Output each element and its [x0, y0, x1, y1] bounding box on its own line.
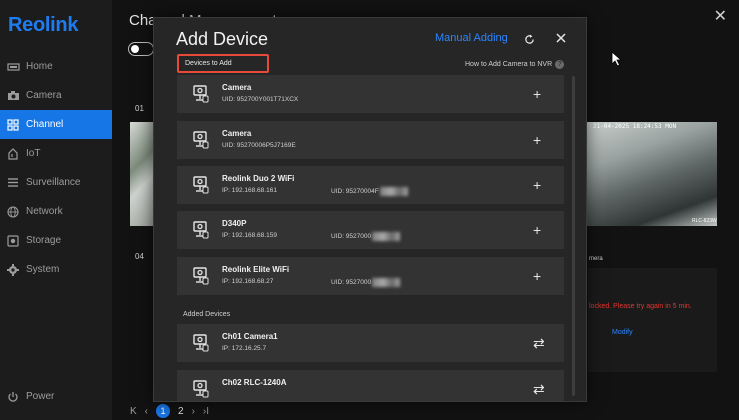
device-address: UID: 95270006P5J7169E [222, 142, 296, 149]
device-name: Camera [222, 129, 252, 138]
device-name: Reolink Elite WiFi [222, 265, 290, 274]
camera-feed-thumbnail[interactable] [130, 122, 154, 226]
camera-label: mera [589, 256, 603, 262]
sidebar-item-camera[interactable]: Camera [0, 81, 112, 110]
device-row[interactable]: D340P IP: 192.168.68.159 UID: 9527000 + [177, 211, 564, 249]
device-name: Camera [222, 83, 252, 92]
power-label: Power [26, 391, 55, 402]
home-icon [7, 61, 20, 72]
device-row[interactable]: Ch01 Camera1 IP: 172.16.25.7 ⇄ [177, 324, 564, 362]
power-icon [7, 391, 20, 402]
power-button[interactable]: Power [7, 391, 54, 402]
sidebar-nav: Home Camera Channel IoT Surveillance Network S… [0, 52, 112, 284]
tile-label: 04 [135, 252, 144, 261]
last-page-icon[interactable]: ›I [203, 406, 209, 417]
sidebar-item-label: Surveillance [26, 177, 81, 188]
camera-device-icon [193, 85, 209, 108]
iot-icon [7, 148, 20, 160]
device-row[interactable]: Camera UID: 95270006P5J7169E + [177, 121, 564, 159]
camera-device-icon [193, 176, 209, 199]
add-device-plus-icon[interactable]: + [533, 133, 541, 147]
close-icon[interactable]: ✕ [714, 6, 727, 26]
device-address: IP: 192.168.68.161 [222, 187, 277, 194]
device-address: IP: 192.168.68.27 [222, 278, 274, 285]
sidebar-item-label: Network [26, 206, 63, 217]
device-name: Ch01 Camera1 [222, 332, 278, 341]
modify-link[interactable]: Modify [612, 329, 633, 336]
reolink-logo: Reolink [8, 14, 79, 36]
replace-device-icon[interactable]: ⇄ [533, 336, 545, 350]
gear-icon [7, 264, 20, 276]
sidebar-item-home[interactable]: Home [0, 52, 112, 81]
camera-feed-thumbnail[interactable] [587, 122, 717, 226]
channel-tile [588, 268, 717, 372]
channel-grid-icon [7, 119, 20, 131]
sidebar-item-label: Channel [26, 119, 64, 130]
first-page-icon[interactable]: K [130, 406, 137, 417]
sidebar-item-label: Camera [26, 90, 62, 101]
device-row[interactable]: Ch02 RLC-1240A ⇄ [177, 370, 564, 401]
dialog-title: Add Device [176, 29, 269, 49]
dialog-close-icon[interactable] [555, 31, 567, 49]
prev-page-icon[interactable]: ‹ [145, 406, 148, 417]
device-row[interactable]: Reolink Elite WiFi IP: 192.168.68.27 UID: … [177, 257, 564, 295]
refresh-icon[interactable] [524, 32, 535, 50]
replace-device-icon[interactable]: ⇄ [533, 382, 545, 396]
sidebar-item-label: Storage [26, 235, 62, 246]
sidebar-item-storage[interactable]: Storage [0, 226, 112, 255]
device-row[interactable]: Reolink Duo 2 WiFi IP: 192.168.68.161 UID:… [177, 166, 564, 204]
surveillance-list-icon [7, 177, 20, 188]
feed-timestamp: 21-04-2025 18:24:53 MON [593, 123, 677, 130]
how-to-add-link[interactable]: How to Add Camera to NVR ? [465, 60, 565, 69]
devices-to-add-heading: Devices to Add [177, 54, 269, 73]
globe-icon [7, 206, 20, 218]
next-page-icon[interactable]: › [192, 406, 195, 417]
device-address: UID: 952700Y001T71XCX [222, 96, 299, 103]
add-device-dialog: Add Device Manual Adding Devices to Add … [153, 17, 587, 402]
help-icon: ? [555, 60, 565, 69]
locked-message: locked. Please try again in 5 min. [589, 303, 692, 310]
sidebar-item-surveillance[interactable]: Surveillance [0, 168, 112, 197]
camera-device-icon [193, 267, 209, 290]
camera-device-icon [193, 334, 209, 357]
sidebar-item-channel[interactable]: Channel [0, 110, 112, 139]
sidebar-item-label: Home [26, 61, 53, 72]
device-uid: UID: 9527000 [331, 278, 401, 287]
device-uid: UID: 9527000 [331, 232, 401, 241]
dialog-scrollbar[interactable] [572, 76, 575, 396]
page-2-button[interactable]: 2 [178, 406, 184, 417]
add-device-plus-icon[interactable]: + [533, 269, 541, 283]
storage-icon [7, 235, 20, 247]
sidebar: Reolink Home Camera Channel IoT Surveillance… [0, 0, 112, 420]
channel-toggle[interactable] [128, 42, 154, 56]
sidebar-item-label: IoT [26, 148, 41, 159]
device-name: Ch02 RLC-1240A [222, 378, 287, 387]
pagination: K ‹ 1 2 › ›I [130, 404, 209, 418]
device-row[interactable]: Camera UID: 952700Y001T71XCX + [177, 75, 564, 113]
how-to-label: How to Add Camera to NVR [465, 61, 553, 68]
device-name: Reolink Duo 2 WiFi [222, 174, 295, 183]
device-address: IP: 192.168.68.159 [222, 232, 277, 239]
add-device-plus-icon[interactable]: + [533, 178, 541, 192]
sidebar-item-system[interactable]: System [0, 255, 112, 284]
camera-device-icon [193, 131, 209, 154]
manual-adding-link[interactable]: Manual Adding [435, 32, 508, 44]
camera-icon [7, 90, 20, 101]
nvr-screen: Reolink Home Camera Channel IoT Surveillance… [0, 0, 739, 420]
camera-device-icon [193, 380, 209, 401]
page-1-button[interactable]: 1 [156, 404, 171, 418]
sidebar-item-iot[interactable]: IoT [0, 139, 112, 168]
device-uid: UID: 95270004F [331, 187, 408, 196]
device-address: IP: 172.16.25.7 [222, 345, 267, 352]
sidebar-item-network[interactable]: Network [0, 197, 112, 226]
add-device-plus-icon[interactable]: + [533, 87, 541, 101]
device-name: D340P [222, 219, 247, 228]
sidebar-item-label: System [26, 264, 60, 275]
feed-camera-id: RLC-823W [692, 218, 717, 224]
added-devices-heading: Added Devices [183, 311, 231, 318]
mouse-cursor-icon [611, 51, 623, 67]
camera-device-icon [193, 221, 209, 244]
tile-label: 01 [135, 104, 144, 113]
add-device-plus-icon[interactable]: + [533, 223, 541, 237]
